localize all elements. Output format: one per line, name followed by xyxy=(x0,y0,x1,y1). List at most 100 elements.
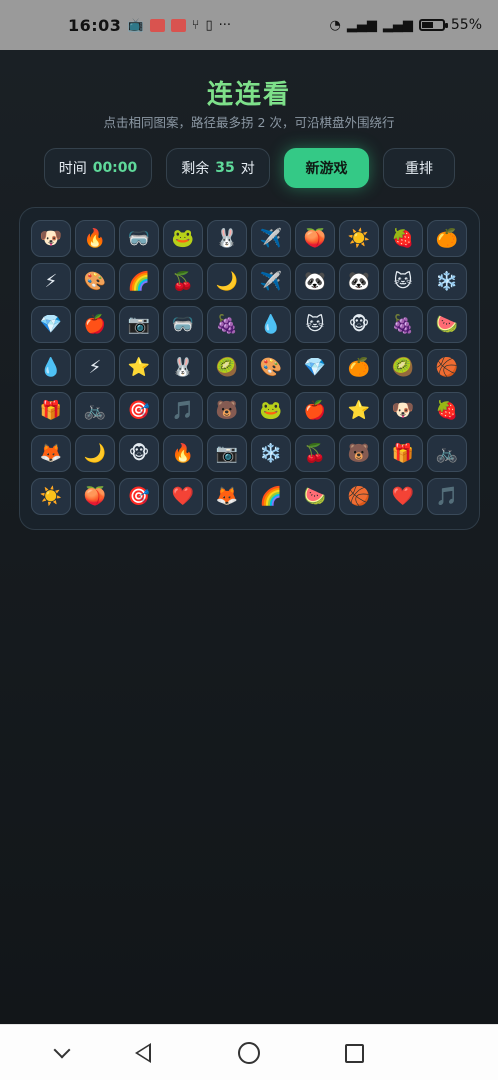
game-title: 连连看 xyxy=(206,80,291,110)
recents-square-icon xyxy=(344,1043,364,1063)
remaining-unit: 对 xyxy=(240,161,255,177)
timer-value: 00:00 xyxy=(92,160,138,176)
board-tile[interactable]: 🐵 xyxy=(119,435,159,472)
board-tile[interactable]: 🐼 xyxy=(295,263,335,300)
board-tile[interactable]: 🐵 xyxy=(339,306,379,343)
board-tile[interactable]: 🥝 xyxy=(207,349,247,386)
status-time: 16:03 xyxy=(68,15,122,35)
remaining-label: 剩余 xyxy=(181,161,210,177)
board-tile[interactable]: 🍒 xyxy=(295,435,335,472)
board-tile[interactable]: 🔥 xyxy=(163,435,203,472)
notification-app-icon-2 xyxy=(170,18,186,32)
signal-icon-2: ▂▄▆ xyxy=(382,17,413,33)
board-tile[interactable]: ❤️ xyxy=(383,478,423,515)
board-tile[interactable]: 🥝 xyxy=(383,349,423,386)
board-tile[interactable]: ❤️ xyxy=(163,478,203,515)
notification-app-icon xyxy=(149,18,165,32)
board-tile[interactable]: 🐼 xyxy=(339,263,379,300)
signal-icon: ▂▄▆ xyxy=(346,17,377,33)
board-tile[interactable]: 🍊 xyxy=(339,349,379,386)
status-left: 16:03 📺 ⑂ ▯ ··· xyxy=(68,16,231,35)
wifi-icon: ◔ xyxy=(329,17,341,33)
board-tile[interactable]: 🔥 xyxy=(75,220,115,257)
board-tile[interactable]: 💧 xyxy=(31,349,71,386)
board-tile[interactable]: 🚲 xyxy=(75,392,115,429)
hide-keyboard-button[interactable] xyxy=(49,1040,75,1066)
board-tile[interactable]: 🍇 xyxy=(207,306,247,343)
back-button[interactable] xyxy=(130,1040,156,1066)
board-tile[interactable]: 🏀 xyxy=(339,478,379,515)
board-tile[interactable]: 🍓 xyxy=(383,220,423,257)
usb-icon: ⑂ xyxy=(191,17,200,33)
board-tile[interactable]: 📷 xyxy=(207,435,247,472)
board-tile[interactable]: 🍑 xyxy=(295,220,335,257)
board-tile[interactable]: ☀️ xyxy=(31,478,71,515)
board-tile[interactable]: 🎵 xyxy=(163,392,203,429)
game-instructions: 点击相同图案，路径最多拐 2 次，可沿棋盘外围绕行 xyxy=(103,115,395,130)
board-tile[interactable]: 🌈 xyxy=(251,478,291,515)
board-tile[interactable]: 🎯 xyxy=(119,478,159,515)
board-tile[interactable]: 🎨 xyxy=(251,349,291,386)
board-tile[interactable]: 🐻 xyxy=(207,392,247,429)
board-tile[interactable]: ☀️ xyxy=(339,220,379,257)
battery-icon xyxy=(418,19,448,31)
new-game-button[interactable]: 新游戏 xyxy=(284,148,369,188)
board-tile[interactable]: ⚡ xyxy=(31,263,71,300)
board-tile[interactable]: 🐱 xyxy=(295,306,335,343)
board-tile[interactable]: 🌙 xyxy=(75,435,115,472)
board-tile[interactable]: 🍑 xyxy=(75,478,115,515)
board-tile[interactable]: 🐱 xyxy=(383,263,423,300)
board-tile[interactable]: 🥽 xyxy=(119,220,159,257)
board-tile[interactable]: 🍉 xyxy=(295,478,335,515)
file-icon: ▯ xyxy=(205,17,213,33)
shuffle-button[interactable]: 重排 xyxy=(383,148,455,188)
battery-percent: 55% xyxy=(450,17,482,33)
board-tile[interactable]: 🍉 xyxy=(427,306,467,343)
board-tile[interactable]: 🍒 xyxy=(163,263,203,300)
board-tile[interactable]: 🐸 xyxy=(163,220,203,257)
board-tile[interactable]: 🎨 xyxy=(75,263,115,300)
battery-fill xyxy=(421,22,433,28)
board-tile[interactable]: 🐶 xyxy=(383,392,423,429)
board-tile[interactable]: 🎵 xyxy=(427,478,467,515)
home-button[interactable] xyxy=(236,1040,262,1066)
board-tile[interactable]: 💎 xyxy=(295,349,335,386)
board-tile[interactable]: ⭐ xyxy=(119,349,159,386)
board-tile[interactable]: ❄️ xyxy=(251,435,291,472)
board-tile[interactable]: 🍎 xyxy=(295,392,335,429)
board-tile[interactable]: ⚡ xyxy=(75,349,115,386)
board-tile[interactable]: ✈️ xyxy=(251,263,291,300)
board-tile[interactable]: 🦊 xyxy=(207,478,247,515)
board-tile[interactable]: ✈️ xyxy=(251,220,291,257)
board-tile[interactable]: 💎 xyxy=(31,306,71,343)
board-tile[interactable]: 💧 xyxy=(251,306,291,343)
board-tile[interactable]: 🐰 xyxy=(207,220,247,257)
board-tile[interactable]: 🐶 xyxy=(31,220,71,257)
board-tile[interactable]: 🍓 xyxy=(427,392,467,429)
back-triangle-icon xyxy=(135,1043,151,1063)
board-tile[interactable]: 🍊 xyxy=(427,220,467,257)
board-tile[interactable]: 🐻 xyxy=(339,435,379,472)
board-tile[interactable]: 🎁 xyxy=(383,435,423,472)
home-circle-icon xyxy=(238,1042,260,1064)
navigation-bar xyxy=(0,1024,498,1080)
board-tile[interactable]: 🍇 xyxy=(383,306,423,343)
board-tile[interactable]: 🍎 xyxy=(75,306,115,343)
recents-button[interactable] xyxy=(341,1040,367,1066)
board-tile[interactable]: 📷 xyxy=(119,306,159,343)
board-tile[interactable]: ⭐ xyxy=(339,392,379,429)
board-tile[interactable]: 🥽 xyxy=(163,306,203,343)
board-tile[interactable]: 🌙 xyxy=(207,263,247,300)
tv-icon: 📺 xyxy=(127,17,144,33)
board-tile[interactable]: ❄️ xyxy=(427,263,467,300)
board-tile[interactable]: 🎁 xyxy=(31,392,71,429)
board-tile[interactable]: 🌈 xyxy=(119,263,159,300)
board-tile[interactable]: 🏀 xyxy=(427,349,467,386)
controls-bar: 时间 00:00 剩余 35 对 新游戏 重排 xyxy=(0,148,498,188)
board-tile[interactable]: 🚲 xyxy=(427,435,467,472)
board-tile[interactable]: 🐰 xyxy=(163,349,203,386)
board-tile[interactable]: 🦊 xyxy=(31,435,71,472)
status-right: ◔ ▂▄▆ ▂▄▆ 55% xyxy=(330,17,482,33)
board-tile[interactable]: 🎯 xyxy=(119,392,159,429)
board-tile[interactable]: 🐸 xyxy=(251,392,291,429)
